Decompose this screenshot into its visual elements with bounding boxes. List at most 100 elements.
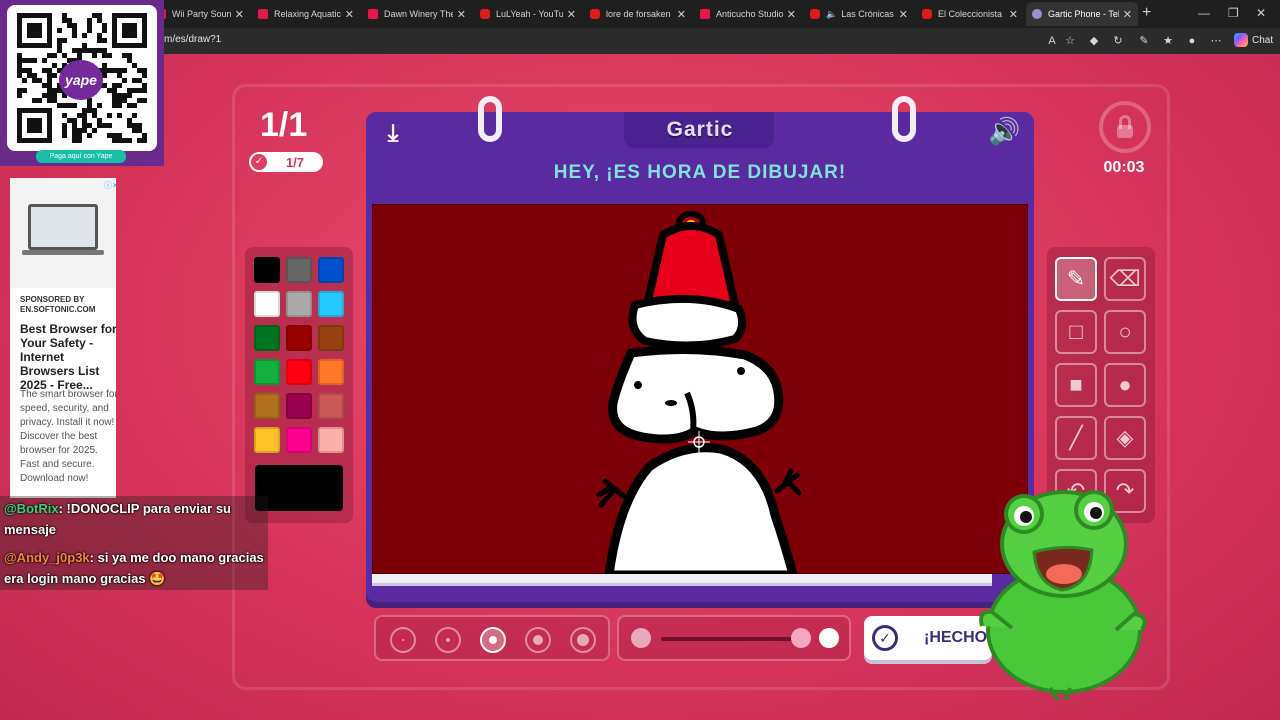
tab-close-icon[interactable]: ✕ xyxy=(235,8,244,21)
extension-icon[interactable]: ◆ xyxy=(1086,33,1102,49)
drawing xyxy=(596,211,802,580)
browser-tab[interactable]: Relaxing Aquatic Am ✕ xyxy=(252,2,360,26)
profile-avatar[interactable]: ● xyxy=(1184,33,1200,49)
brush-size-option[interactable] xyxy=(570,627,596,653)
minimize-button[interactable]: — xyxy=(1198,6,1210,20)
draw-headline: HEY, ¡ES HORA DE DIBUJAR! xyxy=(553,162,847,183)
qr-code: yape xyxy=(7,5,157,151)
color-swatch[interactable] xyxy=(318,393,344,419)
color-swatch[interactable] xyxy=(286,291,312,317)
tab-close-icon[interactable]: ✕ xyxy=(787,8,796,21)
color-palette xyxy=(245,247,353,523)
color-swatch[interactable] xyxy=(254,325,280,351)
rect-outline-icon[interactable]: □ xyxy=(1055,310,1097,354)
brush-size-option[interactable] xyxy=(525,627,551,653)
color-swatch[interactable] xyxy=(318,359,344,385)
rect-fill-icon[interactable]: ■ xyxy=(1055,363,1097,407)
drawing-canvas[interactable] xyxy=(372,204,1028,580)
color-swatch[interactable] xyxy=(286,359,312,385)
drawing-board: Gartic ⤓ 🔊 HEY, ¡ES HORA DE DIBUJAR! xyxy=(366,96,1034,602)
tab-close-icon[interactable]: ✕ xyxy=(1009,8,1018,21)
browser-tab[interactable]: Dawn Winery Theme ✕ xyxy=(362,2,472,26)
color-swatch[interactable] xyxy=(254,291,280,317)
opacity-max-knob[interactable] xyxy=(819,628,839,648)
color-swatch[interactable] xyxy=(318,427,344,453)
browser-tab[interactable]: El Coleccionista De ✕ xyxy=(916,2,1024,26)
circle-outline-icon[interactable]: ○ xyxy=(1104,310,1146,354)
color-swatch[interactable] xyxy=(254,257,280,283)
ad-sponsor: SPONSORED BY EN.SOFTONIC.COM xyxy=(20,295,96,314)
bucket-icon[interactable]: ◈ xyxy=(1104,416,1146,460)
brush-size-option[interactable] xyxy=(390,627,416,653)
youtube-icon xyxy=(590,9,600,19)
tab-close-icon[interactable]: ✕ xyxy=(899,8,908,21)
pay-with-yape-label: Paga aquí con Yape xyxy=(36,150,126,163)
color-swatch[interactable] xyxy=(254,427,280,453)
new-tab-button[interactable]: + xyxy=(1142,4,1151,22)
round-counter: 1/1 xyxy=(260,106,308,144)
yape-qr-overlay: yape Paga aquí con Yape xyxy=(0,0,164,166)
browser-tab[interactable]: Gartic Phone - Teléfo ✕ xyxy=(1026,2,1138,26)
browser-tab[interactable]: Anticucho Studios - ✕ xyxy=(694,2,802,26)
tab-close-icon[interactable]: ✕ xyxy=(567,8,576,21)
close-window-button[interactable]: ✕ xyxy=(1256,6,1266,20)
tab-close-icon[interactable]: ✕ xyxy=(1123,8,1132,21)
brush-size-option[interactable] xyxy=(480,627,506,653)
yape-logo: yape xyxy=(59,60,103,100)
line-icon[interactable]: ╱ xyxy=(1055,416,1097,460)
opacity-track[interactable] xyxy=(661,637,801,641)
circle-fill-icon[interactable]: ● xyxy=(1104,363,1146,407)
youtube-icon xyxy=(810,9,820,19)
ad-info-icon[interactable]: ⓘ✕ xyxy=(104,180,116,191)
more-menu-icon[interactable]: ⋯ xyxy=(1208,33,1224,49)
opacity-handle[interactable] xyxy=(791,628,811,648)
done-button[interactable]: ✓ ¡HECHO xyxy=(864,616,992,660)
music-icon xyxy=(258,9,268,19)
color-swatch[interactable] xyxy=(318,291,344,317)
opacity-min-knob[interactable] xyxy=(631,628,651,648)
ad-title[interactable]: Best Browser for Your Safety - Internet … xyxy=(20,322,116,392)
favorite-star-icon[interactable]: ☆ xyxy=(1062,33,1078,49)
tab-title: LuLYeah - YouTube xyxy=(496,9,563,19)
tab-close-icon[interactable]: ✕ xyxy=(345,8,354,21)
copilot-chat-button[interactable]: Chat xyxy=(1234,33,1273,47)
address-bar: m/es/draw?1 A ☆ ◆ ↻ ✎ ★ ● ⋯ Chat xyxy=(0,28,1280,54)
browser-tabbar: Wii Party Soundtrack✕Relaxing Aquatic Am… xyxy=(0,0,1280,28)
color-swatch[interactable] xyxy=(254,359,280,385)
url-text[interactable]: m/es/draw?1 xyxy=(164,34,221,45)
volume-icon[interactable]: 🔊 xyxy=(988,116,1020,147)
color-swatch[interactable] xyxy=(318,257,344,283)
color-swatch[interactable] xyxy=(318,325,344,351)
favorites-icon[interactable]: ★ xyxy=(1160,33,1176,49)
color-swatch[interactable] xyxy=(286,427,312,453)
download-icon[interactable]: ⤓ xyxy=(380,120,406,148)
color-swatch[interactable] xyxy=(286,257,312,283)
tab-close-icon[interactable]: ✕ xyxy=(457,8,466,21)
copilot-icon xyxy=(1234,33,1248,47)
opacity-slider[interactable] xyxy=(617,615,851,661)
players-done-badge: ✓ 1/7 xyxy=(249,152,323,172)
tab-close-icon[interactable]: ✕ xyxy=(677,8,686,21)
color-swatch[interactable] xyxy=(286,393,312,419)
tab-audio-icon[interactable]: 🔈 xyxy=(826,9,837,20)
ad-body: The smart browser for speed, security, a… xyxy=(20,389,116,484)
browser-tab[interactable]: 🔈 Las Crónicas de ✕ xyxy=(804,2,914,26)
gartic-icon xyxy=(1032,9,1042,19)
read-aloud-icon[interactable]: A xyxy=(1044,33,1060,49)
extensions-puzzle-icon[interactable]: ✎ xyxy=(1136,33,1152,49)
eraser-icon[interactable]: ⌫ xyxy=(1104,257,1146,301)
browser-tab[interactable]: lore de forsaken - Yo ✕ xyxy=(584,2,692,26)
browser-tab[interactable]: LuLYeah - YouTube ✕ xyxy=(474,2,582,26)
color-swatch[interactable] xyxy=(286,325,312,351)
color-swatch[interactable] xyxy=(254,393,280,419)
tab-title: Relaxing Aquatic Am xyxy=(274,9,341,19)
ad-image xyxy=(10,178,116,288)
gartic-page: 1/1 ✓ 1/7 00:03 Gartic ⤓ 🔊 HEY, ¡ES HORA… xyxy=(0,54,1280,720)
browser-tab[interactable]: Wii Party Soundtrack ✕ xyxy=(150,2,250,26)
maximize-button[interactable]: ❐ xyxy=(1228,6,1239,20)
refresh-icon[interactable]: ↻ xyxy=(1110,33,1126,49)
brush-size-option[interactable] xyxy=(435,627,461,653)
pencil-icon[interactable]: ✎ xyxy=(1055,257,1097,301)
canvas-page-edge xyxy=(372,574,992,586)
sponsored-ad[interactable]: ⓘ✕ SPONSORED BY EN.SOFTONIC.COM Best Bro… xyxy=(10,178,116,498)
